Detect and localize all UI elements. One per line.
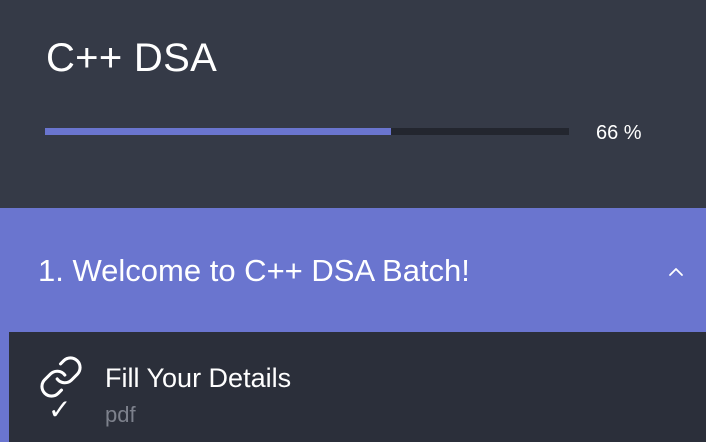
active-item-indicator bbox=[0, 332, 9, 442]
course-progress-label: 66 % bbox=[596, 122, 642, 144]
checkmark-icon: ✓ bbox=[48, 394, 72, 425]
lecture-type: pdf bbox=[105, 402, 136, 427]
chevron-up-icon[interactable] bbox=[664, 260, 688, 284]
lecture-list: ✓ Fill Your Details pdf bbox=[0, 332, 706, 442]
lecture-title: Fill Your Details bbox=[105, 363, 292, 393]
list-item[interactable]: ✓ Fill Your Details pdf bbox=[0, 332, 706, 442]
section-accordion-header[interactable]: 1. Welcome to C++ DSA Batch! bbox=[0, 208, 706, 332]
course-header: C++ DSA 66 % bbox=[0, 0, 706, 208]
section-title: 1. Welcome to C++ DSA Batch! bbox=[38, 253, 470, 288]
course-progress-fill bbox=[45, 128, 391, 135]
course-progress-bar bbox=[45, 128, 569, 135]
course-player-sidebar: C++ DSA 66 % 1. Welcome to C++ DSA Batch… bbox=[0, 0, 706, 442]
course-title: C++ DSA bbox=[46, 36, 218, 80]
